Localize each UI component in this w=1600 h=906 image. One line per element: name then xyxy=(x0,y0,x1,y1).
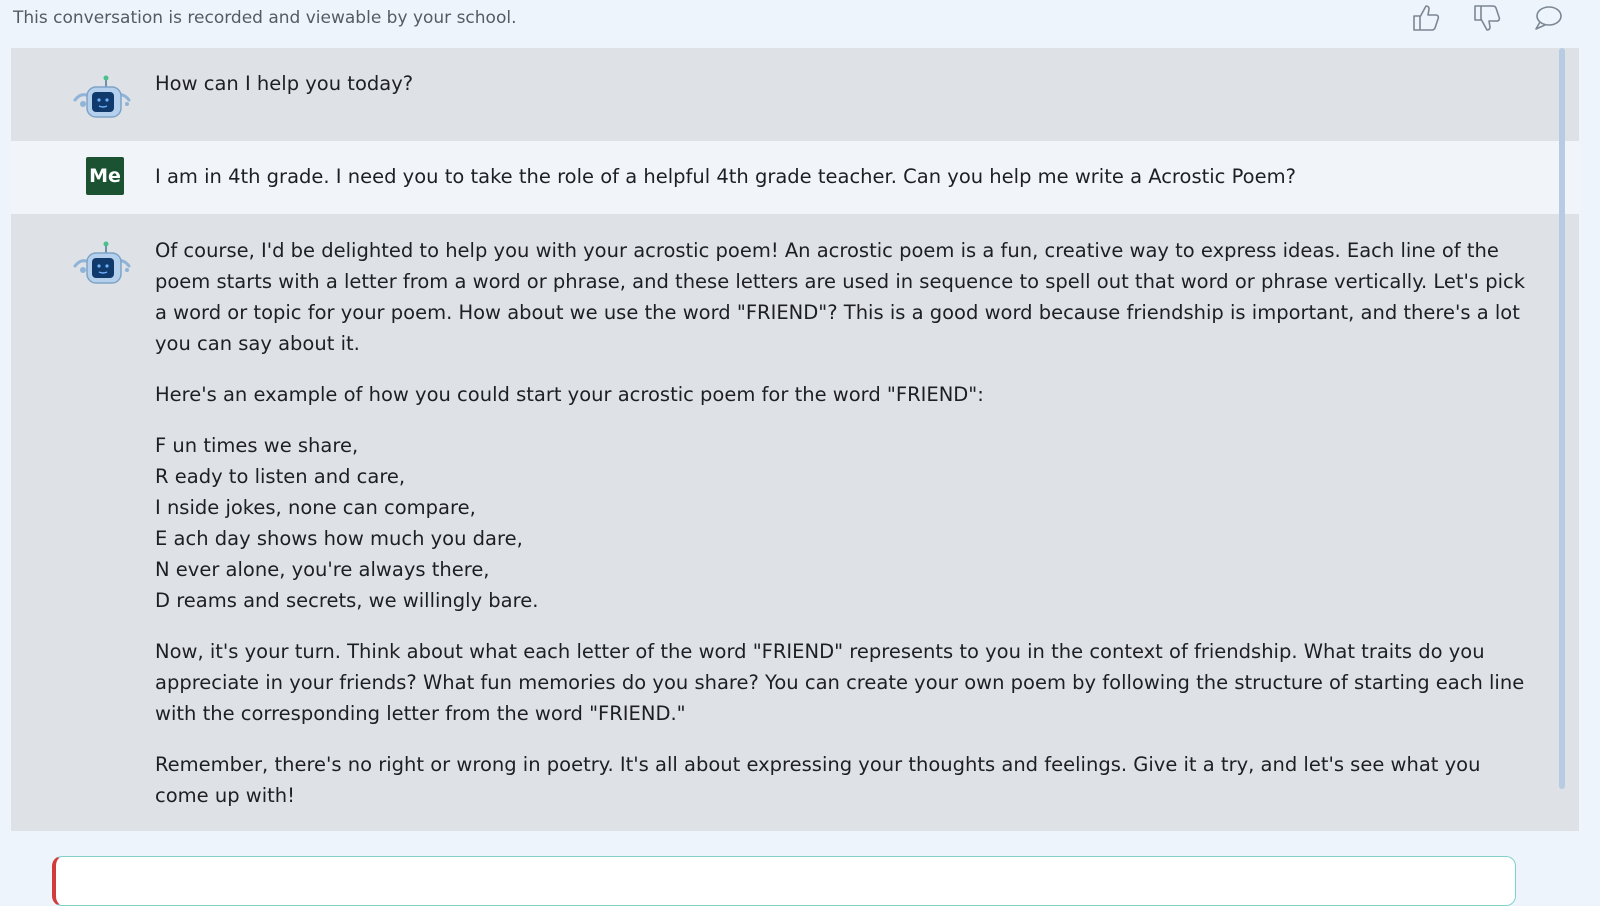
paragraph: Here's an example of how you could start… xyxy=(155,383,984,406)
me-avatar: Me xyxy=(86,157,124,195)
conversation-thread: How can I help you today? Me I am in 4th… xyxy=(11,48,1579,831)
poem-line: D reams and secrets, we willingly bare. xyxy=(155,589,539,612)
robot-icon xyxy=(73,241,131,284)
user-message: Me I am in 4th grade. I need you to take… xyxy=(11,141,1579,214)
poem-line: F un times we share, xyxy=(155,434,359,457)
top-bar: This conversation is recorded and viewab… xyxy=(0,0,1600,48)
comment-icon xyxy=(1535,6,1562,30)
message-text: I am in 4th grade. I need you to take th… xyxy=(155,165,1296,188)
recording-notice: This conversation is recorded and viewab… xyxy=(13,8,517,28)
robot-avatar xyxy=(71,240,133,290)
message-text: Of course, I'd be delighted to help you … xyxy=(155,235,1535,831)
poem-line: I nside jokes, none can compare, xyxy=(155,496,476,519)
scrollbar[interactable] xyxy=(1556,48,1568,821)
message-input[interactable] xyxy=(52,856,1516,906)
bot-message: Of course, I'd be delighted to help you … xyxy=(11,214,1579,831)
poem-line: N ever alone, you're always there, xyxy=(155,558,490,581)
thumbs-down-button[interactable] xyxy=(1469,0,1505,36)
paragraph: Now, it's your turn. Think about what ea… xyxy=(155,640,1525,725)
comment-button[interactable] xyxy=(1530,0,1566,36)
thumbs-up-button[interactable] xyxy=(1408,0,1444,36)
scrollbar-thumb[interactable] xyxy=(1559,48,1565,789)
thumbs-up-icon xyxy=(1413,5,1440,31)
bot-message: How can I help you today? xyxy=(11,48,1579,141)
poem-line: R eady to listen and care, xyxy=(155,465,406,488)
message-text: How can I help you today? xyxy=(155,72,414,95)
poem-line: E ach day shows how much you dare, xyxy=(155,527,523,550)
thumbs-down-icon xyxy=(1474,5,1501,31)
paragraph: Of course, I'd be delighted to help you … xyxy=(155,239,1526,355)
robot-icon xyxy=(73,75,131,118)
robot-avatar xyxy=(71,74,133,124)
poem: F un times we share, R eady to listen an… xyxy=(155,430,1535,616)
paragraph: Remember, there's no right or wrong in p… xyxy=(155,753,1481,807)
